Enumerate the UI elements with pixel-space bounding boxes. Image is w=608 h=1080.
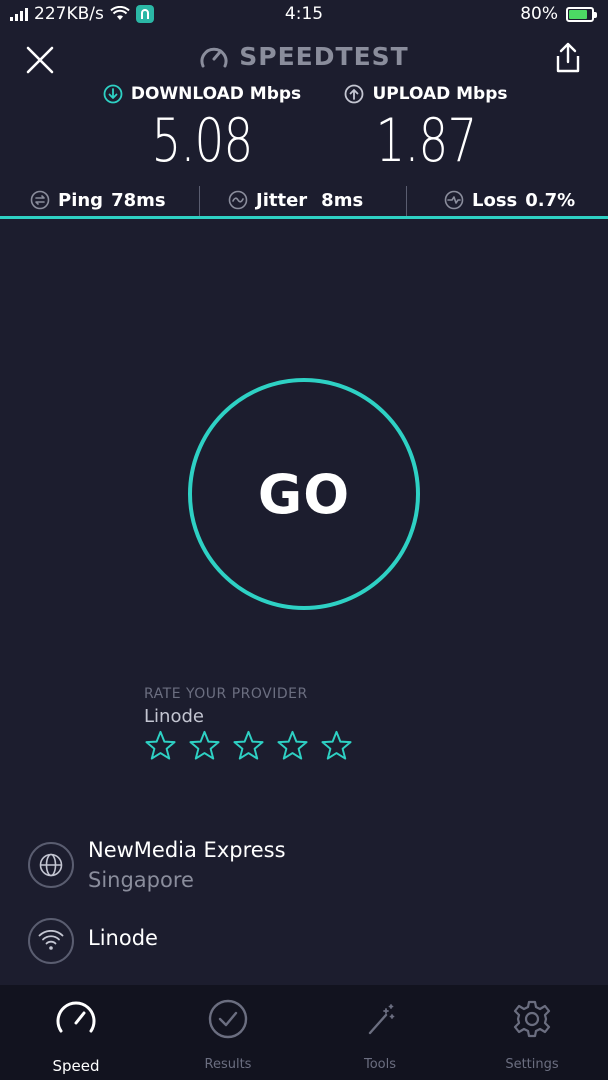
download-arrow-icon	[103, 84, 123, 104]
rate-provider-section: RATE YOUR PROVIDER Linode	[144, 686, 353, 762]
star-icon[interactable]	[188, 729, 221, 762]
ping-icon	[30, 190, 50, 210]
speedometer-icon	[56, 1001, 96, 1033]
speed-metrics: DOWNLOAD Mbps 5.08 UPLOAD Mbps 1.87	[0, 84, 608, 184]
star-icon[interactable]	[144, 729, 177, 762]
globe-icon	[28, 842, 74, 888]
battery-fill	[569, 9, 587, 19]
share-icon	[556, 42, 580, 73]
go-button[interactable]: GO	[188, 378, 420, 610]
loss-label: Loss	[472, 189, 518, 211]
battery-icon	[566, 6, 597, 22]
loss-stat: Loss 0.7%	[444, 184, 575, 216]
jitter-label: Jitter	[256, 189, 308, 211]
nav-speed-label: Speed	[52, 1057, 100, 1075]
upload-metric: UPLOAD Mbps 1.87	[296, 84, 556, 176]
download-metric: DOWNLOAD Mbps 5.08	[72, 84, 332, 176]
magic-wand-icon	[368, 1004, 395, 1035]
share-button[interactable]	[550, 40, 586, 76]
status-time: 4:15	[284, 4, 324, 24]
star-rating	[144, 729, 353, 762]
app-title: SPEEDTEST	[239, 42, 409, 71]
packet-loss-icon	[444, 190, 464, 210]
star-icon[interactable]	[232, 729, 265, 762]
status-bar: 227KB/s 4:15 80%	[0, 0, 608, 30]
nav-speed[interactable]: Speed	[0, 985, 152, 1080]
battery-percent: 80%	[520, 4, 558, 24]
brand: SPEEDTEST	[0, 42, 608, 71]
isp-name: Linode	[88, 926, 158, 950]
jitter-stat: Jitter 8ms	[228, 184, 363, 216]
ping-value: 78ms	[111, 189, 166, 211]
stats-divider	[406, 186, 407, 216]
loss-value: 0.7%	[525, 189, 576, 211]
star-icon[interactable]	[276, 729, 309, 762]
upload-value: 1.87	[375, 106, 477, 176]
rate-provider-title: RATE YOUR PROVIDER	[144, 686, 308, 702]
ping-stat: Ping 78ms	[30, 184, 166, 216]
server-selector[interactable]: NewMedia Express Singapore	[28, 838, 588, 902]
app-header: SPEEDTEST	[0, 30, 608, 85]
nav-results-label: Results	[204, 1057, 252, 1072]
upload-arrow-icon	[345, 84, 364, 104]
checkmark-circle-icon	[208, 999, 248, 1039]
jitter-icon	[228, 190, 248, 210]
upload-label: UPLOAD Mbps	[372, 84, 508, 104]
rate-provider-name: Linode	[144, 706, 204, 727]
stats-bar: Ping 78ms Jitter 8ms Loss 0.7%	[0, 184, 608, 220]
test-progress-bar	[0, 216, 608, 219]
nav-tools-label: Tools	[363, 1057, 397, 1072]
download-value: 5.08	[151, 106, 253, 176]
star-icon[interactable]	[320, 729, 353, 762]
download-label-row: DOWNLOAD Mbps	[72, 84, 332, 104]
gear-icon	[513, 1000, 551, 1038]
nav-tools[interactable]: Tools	[304, 985, 456, 1080]
server-location: Singapore	[88, 868, 194, 892]
status-bar-right: 80%	[520, 4, 597, 24]
jitter-value: 8ms	[321, 189, 364, 211]
speedometer-logo-icon	[200, 47, 228, 67]
nav-settings-label: Settings	[505, 1057, 559, 1072]
nav-results[interactable]: Results	[152, 985, 304, 1080]
nav-settings[interactable]: Settings	[456, 985, 608, 1080]
server-name: NewMedia Express	[88, 838, 286, 862]
go-label: GO	[257, 462, 351, 526]
ping-label: Ping	[58, 189, 104, 211]
isp-info: Linode	[28, 916, 588, 968]
stats-divider	[199, 186, 200, 216]
test-progress-fill	[0, 216, 608, 219]
upload-label-row: UPLOAD Mbps	[296, 84, 556, 104]
wifi-icon	[28, 918, 74, 964]
bottom-navigation: Speed Results Tools Settings	[0, 985, 608, 1080]
download-label: DOWNLOAD Mbps	[130, 84, 302, 104]
